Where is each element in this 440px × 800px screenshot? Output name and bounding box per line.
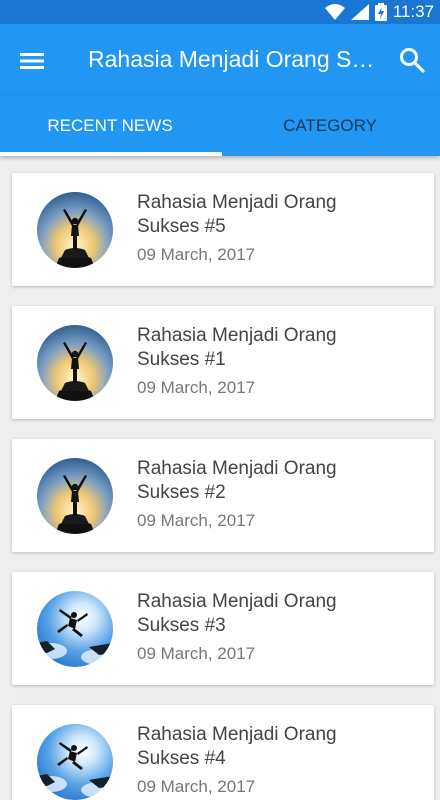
news-thumbnail bbox=[37, 325, 113, 401]
menu-icon bbox=[20, 53, 44, 69]
news-card[interactable]: Rahasia Menjadi Orang Sukses #5 09 March… bbox=[12, 173, 434, 286]
news-date: 09 March, 2017 bbox=[137, 378, 256, 397]
tab-bar: RECENT NEWS CATEGORY bbox=[0, 96, 440, 156]
news-date: 09 March, 2017 bbox=[137, 245, 256, 264]
news-card[interactable]: Rahasia Menjadi Orang Sukses #4 09 March… bbox=[12, 705, 434, 800]
news-date: 09 March, 2017 bbox=[137, 777, 256, 796]
news-thumbnail bbox=[37, 458, 113, 534]
news-date: 09 March, 2017 bbox=[137, 644, 256, 663]
news-thumbnail bbox=[37, 192, 113, 268]
news-title: Rahasia Menjadi Orang Sukses #4 bbox=[137, 724, 337, 769]
news-thumbnail bbox=[37, 724, 113, 800]
news-thumbnail bbox=[37, 591, 113, 667]
news-title: Rahasia Menjadi Orang Sukses #2 bbox=[137, 458, 337, 503]
news-title: Rahasia Menjadi Orang Sukses #3 bbox=[137, 591, 337, 636]
status-bar: 11:37 bbox=[0, 0, 440, 24]
news-card[interactable]: Rahasia Menjadi Orang Sukses #2 09 March… bbox=[12, 439, 434, 552]
news-card[interactable]: Rahasia Menjadi Orang Sukses #1 09 March… bbox=[12, 306, 434, 419]
tab-recent-news[interactable]: RECENT NEWS bbox=[0, 96, 220, 156]
battery-icon bbox=[374, 3, 387, 21]
signal-icon bbox=[350, 4, 369, 20]
tab-category[interactable]: CATEGORY bbox=[220, 96, 440, 156]
search-icon bbox=[400, 48, 425, 73]
news-list[interactable]: Rahasia Menjadi Orang Sukses #5 09 March… bbox=[0, 156, 440, 800]
news-title: Rahasia Menjadi Orang Sukses #1 bbox=[137, 325, 337, 370]
wifi-icon bbox=[324, 4, 345, 20]
menu-button[interactable] bbox=[18, 47, 46, 75]
news-card[interactable]: Rahasia Menjadi Orang Sukses #3 09 March… bbox=[12, 572, 434, 685]
clock: 11:37 bbox=[392, 2, 434, 21]
news-title: Rahasia Menjadi Orang Sukses #5 bbox=[137, 192, 337, 237]
search-button[interactable] bbox=[398, 46, 426, 74]
page-title: Rahasia Menjadi Orang Sukses bbox=[88, 46, 378, 72]
news-date: 09 March, 2017 bbox=[137, 511, 256, 530]
app-bar: Rahasia Menjadi Orang Sukses bbox=[0, 24, 440, 96]
